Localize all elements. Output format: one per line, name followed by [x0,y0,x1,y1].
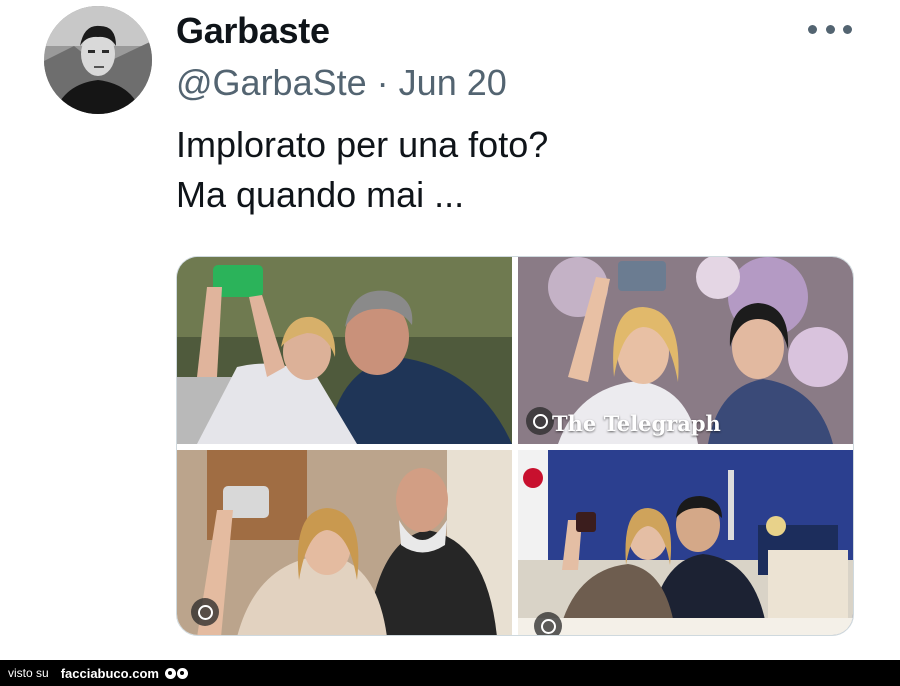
author-meta-row: @GarbaSte · Jun 20 [176,62,507,104]
photo-watermark: The Telegraph [552,411,721,436]
tweet-text-line: Ma quando mai ... [176,174,465,215]
more-horizontal-icon[interactable] [808,18,852,40]
tweet-text: Implorato per una foto? Ma quando mai ..… [176,120,548,220]
media-grid: The Telegraph [176,256,854,636]
footer-prefix: visto su [8,666,49,680]
tweet-text-line: Implorato per una foto? [176,124,549,165]
lens-icon[interactable] [526,407,554,435]
eyes-logo-icon [164,667,188,679]
media-photo-2[interactable]: The Telegraph [518,257,853,444]
footer-site-link[interactable]: facciabuco.com [61,666,159,681]
selfie-photo-icon [177,450,512,635]
lens-icon[interactable] [191,598,219,626]
author-handle[interactable]: @GarbaSte [176,62,367,103]
selfie-photo-icon [518,450,853,635]
author-display-name[interactable]: Garbaste [176,10,330,52]
media-photo-3[interactable] [177,450,512,635]
lens-icon[interactable] [534,612,562,635]
media-photo-1[interactable] [177,257,512,444]
selfie-photo-icon [177,257,512,444]
footer-bar: visto su facciabuco.com [0,660,900,686]
media-photo-4[interactable] [518,450,853,635]
avatar-image [44,6,152,114]
avatar[interactable] [44,6,152,114]
meta-separator: · [376,62,389,103]
tweet-date[interactable]: Jun 20 [399,62,507,103]
